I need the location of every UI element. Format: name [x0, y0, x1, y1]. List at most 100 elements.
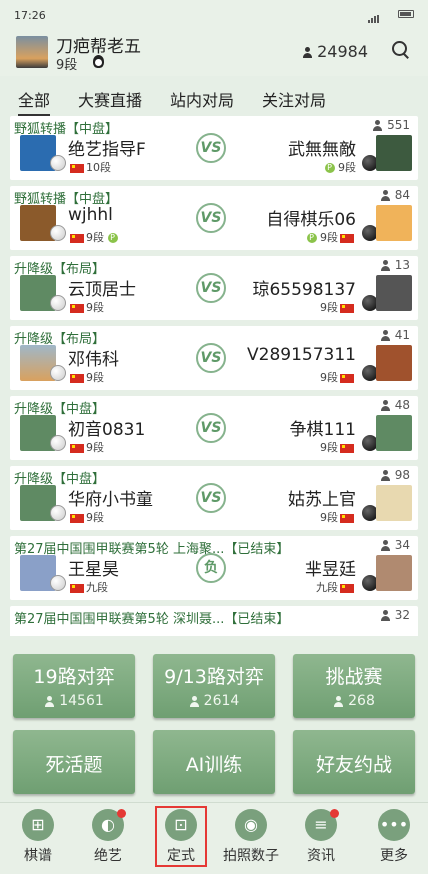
game-card[interactable]: 第27届中国围甲联赛第5轮 深圳聂...【已结束】 32 — [10, 606, 418, 636]
left-player-rank: 10段 — [68, 159, 111, 175]
rank-value: 9段 — [86, 371, 104, 384]
nav-label: 更多 — [380, 848, 408, 864]
rank-value: 9段 — [86, 301, 104, 314]
challenge-button[interactable]: 挑战赛 268 — [293, 654, 415, 718]
nav-label: 拍照数子 — [223, 848, 279, 864]
person-icon — [189, 695, 200, 707]
right-player-rank: 9段 — [320, 299, 356, 315]
viewer-count: 32 — [380, 608, 410, 622]
left-player-name: 初音0831 — [68, 420, 146, 440]
china-flag-icon — [70, 233, 84, 243]
more-icon: ••• — [378, 809, 410, 841]
button-label: 死活题 — [45, 754, 103, 776]
vs-icon: VS — [196, 483, 226, 513]
nav-news[interactable]: ≡ 资讯 — [291, 809, 351, 865]
friend-match-button[interactable]: 好友约战 — [293, 730, 415, 794]
button-label: 9/13路对弈 — [164, 666, 264, 688]
viewer-count: 34 — [380, 538, 410, 552]
nav-label: 资讯 — [307, 848, 335, 864]
left-player-name: wjhhl — [68, 205, 113, 225]
player-avatar — [376, 555, 412, 591]
person-icon — [380, 470, 391, 481]
ai-training-button[interactable]: AI训练 — [153, 730, 275, 794]
rank-value: 9段 — [320, 511, 338, 524]
white-stone-icon — [50, 295, 66, 311]
nav-more[interactable]: ••• 更多 — [364, 809, 424, 865]
tab-live[interactable]: 大赛直播 — [78, 87, 142, 111]
rank-value: 九段 — [86, 581, 108, 594]
left-player-rank: 9段 — [68, 369, 104, 385]
user-header: 刀疤帮老五 9段 24984 — [0, 26, 428, 76]
action-panel: 19路对弈 14561 9/13路对弈 2614 挑战赛 268 死活题 AI训… — [0, 640, 428, 800]
right-player-rank: 九段 — [316, 579, 356, 595]
game-card[interactable]: 野狐转播【中盘】 551 绝艺指导F 10段 VS 武無無敵 P 9段 — [10, 116, 418, 180]
white-stone-icon — [50, 575, 66, 591]
right-player-rank: P 9段 — [324, 159, 356, 175]
china-flag-icon — [340, 233, 354, 243]
notification-dot — [330, 809, 339, 818]
nav-jueyi[interactable]: ◐ 绝艺 — [78, 809, 138, 865]
button-count-value: 14561 — [59, 693, 104, 709]
player-avatar — [376, 205, 412, 241]
rank-value: 9段 — [86, 231, 104, 244]
game-card[interactable]: 野狐转播【中盘】 84 wjhhl 9段 P VS 自得棋乐06 P 9段 — [10, 186, 418, 250]
white-stone-icon — [50, 505, 66, 521]
right-player-name: 琼65598137 — [252, 280, 356, 300]
button-count: 2614 — [153, 693, 275, 709]
china-flag-icon — [70, 303, 84, 313]
right-player-name: 芈昱廷 — [305, 560, 356, 580]
vs-icon: VS — [196, 343, 226, 373]
tab-site[interactable]: 站内对局 — [170, 87, 234, 111]
online-count: 24984 — [302, 42, 368, 61]
search-icon[interactable] — [392, 41, 410, 59]
nav-records[interactable]: ⊞ 棋谱 — [8, 809, 68, 865]
rank-value: 9段 — [320, 441, 338, 454]
game-card[interactable]: 升降级【布局】 13 云顶居士 9段 VS 琼65598137 9段 — [10, 256, 418, 320]
viewer-count-value: 98 — [394, 468, 410, 482]
left-player-name: 绝艺指导F — [68, 140, 146, 160]
board-icon: ⊞ — [22, 809, 54, 841]
rank-value: 9段 — [320, 371, 338, 384]
right-player-name: 武無無敵 — [288, 140, 356, 160]
button-label: 挑战赛 — [325, 666, 383, 688]
right-player-rank: P 9段 — [306, 229, 357, 245]
play-19-button[interactable]: 19路对弈 14561 — [13, 654, 135, 718]
play-9-13-button[interactable]: 9/13路对弈 2614 — [153, 654, 275, 718]
tab-follow[interactable]: 关注对局 — [262, 87, 326, 111]
tab-all[interactable]: 全部 — [18, 87, 51, 116]
game-card[interactable]: 第27届中国围甲联赛第5轮 上海聚...【已结束】 34 王星昊 九段 负 芈昱… — [10, 536, 418, 600]
life-death-button[interactable]: 死活题 — [13, 730, 135, 794]
game-card[interactable]: 升降级【中盘】 48 初音0831 9段 VS 争棋111 9段 — [10, 396, 418, 460]
game-card[interactable]: 升降级【布局】 41 邓伟科 9段 VS V289157311 9段 — [10, 326, 418, 390]
p-badge-icon: P — [306, 233, 317, 243]
china-flag-icon — [340, 583, 354, 593]
person-icon — [380, 540, 391, 551]
right-player-rank: 9段 — [320, 509, 356, 525]
white-stone-icon — [50, 155, 66, 171]
person-icon — [380, 400, 391, 411]
status-time: 17:26 — [14, 9, 46, 22]
game-card[interactable]: 升降级【中盘】 98 华府小书童 9段 VS 姑苏上官 9段 — [10, 466, 418, 530]
vs-icon: VS — [196, 273, 226, 303]
viewer-count: 13 — [380, 258, 410, 272]
player-avatar — [376, 415, 412, 451]
game-title: 第27届中国围甲联赛第5轮 上海聚...【已结束】 — [14, 542, 290, 557]
bottom-nav: ⊞ 棋谱 ◐ 绝艺 ⊡ 定式 ◉ 拍照数子 ≡ 资讯 ••• 更多 — [0, 802, 428, 874]
left-player-name: 华府小书童 — [68, 490, 153, 510]
china-flag-icon — [340, 513, 354, 523]
user-rank: 9段 — [56, 58, 78, 73]
selection-highlight — [155, 806, 207, 867]
notification-dot — [117, 809, 126, 818]
viewer-count: 41 — [380, 328, 410, 342]
p-badge-icon: P — [324, 163, 335, 173]
person-icon — [44, 695, 55, 707]
nav-label: 绝艺 — [94, 848, 122, 864]
player-avatar — [376, 345, 412, 381]
game-list: 野狐转播【中盘】 551 绝艺指导F 10段 VS 武無無敵 P 9段 野狐转播… — [0, 116, 428, 636]
user-avatar[interactable] — [16, 36, 48, 68]
viewer-count-value: 48 — [394, 398, 410, 412]
left-player-name: 云顶居士 — [68, 280, 136, 300]
viewer-count: 551 — [372, 118, 410, 132]
china-flag-icon — [340, 443, 354, 453]
nav-photo-count[interactable]: ◉ 拍照数子 — [221, 809, 281, 865]
